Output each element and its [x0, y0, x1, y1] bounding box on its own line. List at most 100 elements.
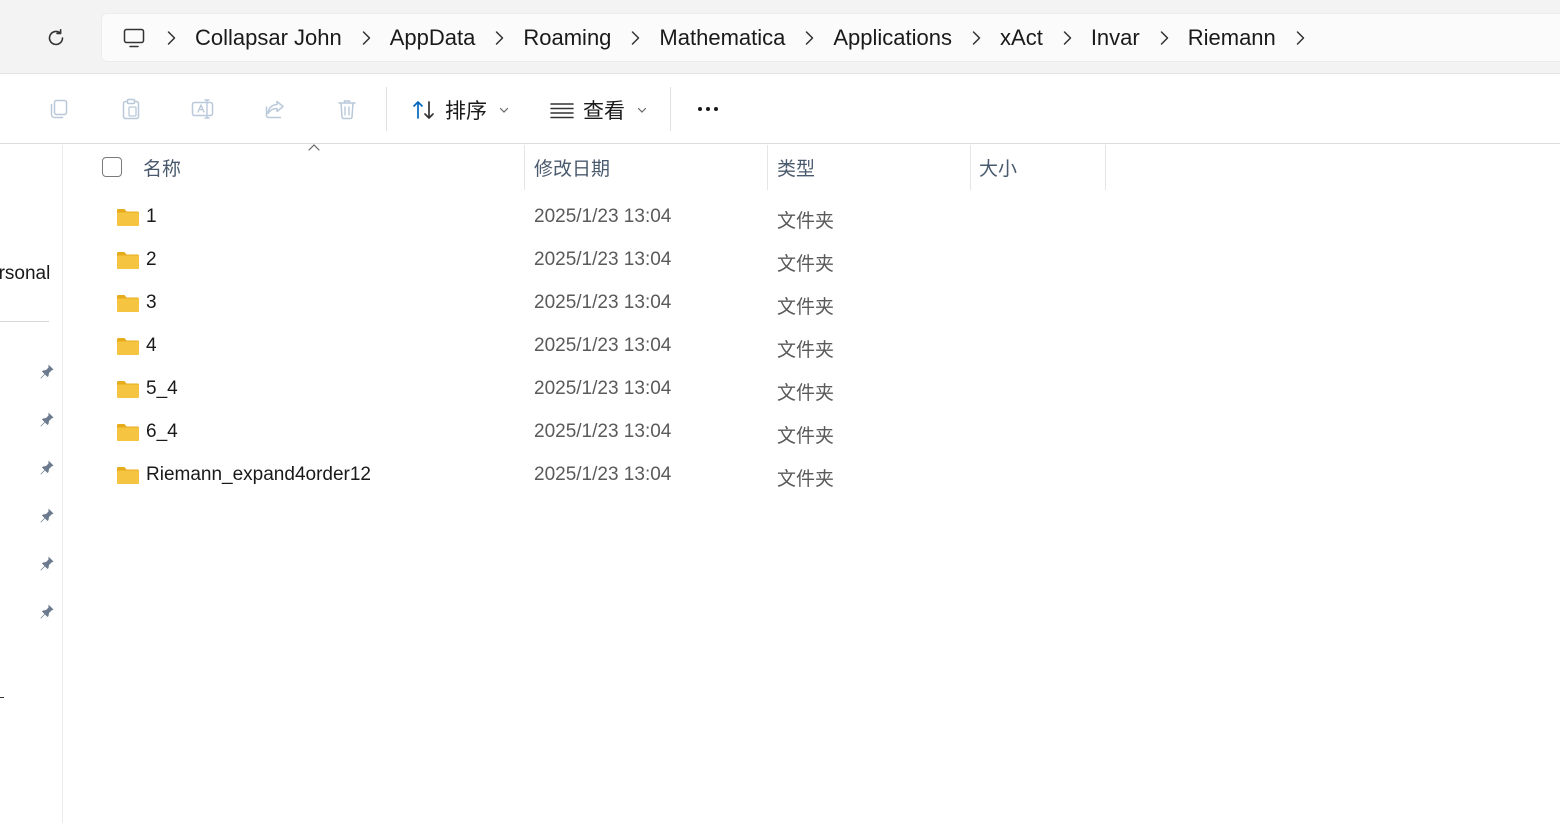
more-dots-icon: [698, 107, 702, 111]
this-pc-button[interactable]: [114, 18, 154, 58]
column-resize-handle[interactable]: [524, 145, 525, 190]
column-header-date[interactable]: 修改日期: [534, 145, 764, 190]
breadcrumb-chevron-button[interactable]: [154, 18, 188, 58]
file-name: 6_4: [146, 421, 178, 442]
navigation-pane: ersonal: [0, 145, 63, 823]
file-row[interactable]: 4 2025/1/23 13:04 文件夹: [104, 326, 1104, 369]
file-date-modified: 2025/1/23 13:04: [534, 292, 672, 313]
folder-icon: [117, 295, 139, 312]
file-name: 3: [146, 292, 157, 313]
pin-icon[interactable]: [38, 554, 56, 572]
file-name: 1: [146, 206, 157, 227]
pin-icon[interactable]: [38, 506, 56, 524]
file-row[interactable]: 2 2025/1/23 13:04 文件夹: [104, 240, 1104, 283]
file-row[interactable]: 6_4 2025/1/23 13:04 文件夹: [104, 412, 1104, 455]
delete-button[interactable]: [331, 93, 363, 125]
pin-icon[interactable]: [38, 410, 56, 428]
chevron-right-icon: [1063, 30, 1072, 45]
select-all-checkbox[interactable]: [102, 157, 122, 177]
address-bar[interactable]: Collapsar John AppData Roaming Mathematica A…: [101, 13, 1560, 62]
breadcrumb-chevron-button[interactable]: [618, 18, 652, 58]
file-type: 文件夹: [777, 469, 835, 490]
chevron-right-icon: [972, 30, 981, 45]
address-bar-region: Collapsar John AppData Roaming Mathematica A…: [0, 0, 1560, 74]
breadcrumb-item[interactable]: Applications: [826, 18, 959, 58]
folder-icon: [117, 252, 139, 269]
pin-icon[interactable]: [38, 602, 56, 620]
rename-icon: [191, 99, 214, 119]
copy-button[interactable]: [43, 93, 75, 125]
column-resize-handle[interactable]: [1105, 145, 1106, 190]
share-button[interactable]: [259, 93, 291, 125]
breadcrumb-item[interactable]: xAct: [993, 18, 1050, 58]
sort-button[interactable]: 排序: [411, 91, 509, 129]
file-type: 文件夹: [777, 211, 835, 232]
file-name: 2: [146, 249, 157, 270]
breadcrumb-item[interactable]: Roaming: [516, 18, 618, 58]
chevron-right-icon: [632, 30, 640, 45]
column-header-name-label: 名称: [143, 159, 182, 180]
breadcrumb-chevron-button[interactable]: [349, 18, 383, 58]
chevron-right-icon: [496, 30, 504, 45]
breadcrumb-item[interactable]: Collapsar John: [188, 18, 349, 58]
column-header-type[interactable]: 类型: [777, 145, 967, 190]
view-button[interactable]: 查看: [549, 91, 647, 129]
rename-button[interactable]: [187, 93, 219, 125]
breadcrumb-chevron-button[interactable]: [482, 18, 516, 58]
computer-icon: [123, 28, 145, 47]
chevron-down-icon: [499, 107, 509, 113]
file-name: 5_4: [146, 378, 178, 399]
chevron-down-icon: [637, 107, 647, 113]
command-bar: 排序 查看: [0, 75, 1560, 144]
file-date-modified: 2025/1/23 13:04: [534, 206, 672, 227]
pin-icon[interactable]: [38, 362, 56, 380]
file-date-modified: 2025/1/23 13:04: [534, 464, 672, 485]
view-label: 查看: [583, 100, 625, 123]
column-header-size-label: 大小: [979, 159, 1018, 180]
chevron-right-icon: [1160, 30, 1168, 45]
column-header-type-label: 类型: [777, 159, 816, 180]
breadcrumb-item[interactable]: AppData: [383, 18, 483, 58]
breadcrumb-chevron-button[interactable]: [1283, 18, 1317, 58]
breadcrumb-chevron-button[interactable]: [959, 18, 993, 58]
file-row[interactable]: 3 2025/1/23 13:04 文件夹: [104, 283, 1104, 326]
folder-icon: [117, 381, 139, 398]
file-list: 名称 修改日期 类型 大小 1 2025/1/23 13:04 文件夹 2 2025/1…: [64, 144, 1560, 823]
chevron-right-icon: [806, 30, 814, 45]
file-date-modified: 2025/1/23 13:04: [534, 335, 672, 356]
sort-arrows-icon: [413, 101, 434, 119]
file-name: Riemann_expand4order12: [146, 464, 371, 485]
copy-icon: [50, 99, 68, 119]
column-header-date-label: 修改日期: [534, 159, 611, 180]
file-row[interactable]: Riemann_expand4order12 2025/1/23 13:04 文件夹: [104, 455, 1104, 498]
file-type: 文件夹: [777, 297, 835, 318]
pin-icon[interactable]: [38, 458, 56, 476]
breadcrumb-item[interactable]: Invar: [1084, 18, 1147, 58]
sort-label: 排序: [445, 100, 487, 123]
breadcrumb-item[interactable]: Riemann: [1181, 18, 1283, 58]
file-row[interactable]: 1 2025/1/23 13:04 文件夹: [104, 197, 1104, 240]
more-options-button[interactable]: [690, 93, 726, 125]
breadcrumb-chevron-button[interactable]: [1050, 18, 1084, 58]
paste-button[interactable]: [115, 93, 147, 125]
refresh-button[interactable]: [36, 18, 76, 58]
breadcrumb-item[interactable]: Mathematica: [652, 18, 792, 58]
breadcrumb-chevron-button[interactable]: [1147, 18, 1181, 58]
file-row[interactable]: 5_4 2025/1/23 13:04 文件夹: [104, 369, 1104, 412]
column-resize-handle[interactable]: [970, 145, 971, 190]
trash-icon: [338, 100, 356, 120]
folder-icon: [117, 209, 139, 226]
folder-icon: [117, 338, 139, 355]
paste-icon: [122, 98, 140, 120]
toolbar-divider: [386, 87, 387, 131]
nav-item-personal[interactable]: ersonal: [0, 263, 50, 285]
chevron-right-icon: [167, 30, 176, 45]
refresh-icon: [48, 29, 64, 46]
folder-icon: [117, 467, 139, 484]
file-date-modified: 2025/1/23 13:04: [534, 249, 672, 270]
file-name: 4: [146, 335, 157, 356]
column-header-name[interactable]: 名称: [143, 145, 523, 190]
column-resize-handle[interactable]: [767, 145, 768, 190]
column-header-size[interactable]: 大小: [979, 145, 1104, 190]
breadcrumb-chevron-button[interactable]: [792, 18, 826, 58]
